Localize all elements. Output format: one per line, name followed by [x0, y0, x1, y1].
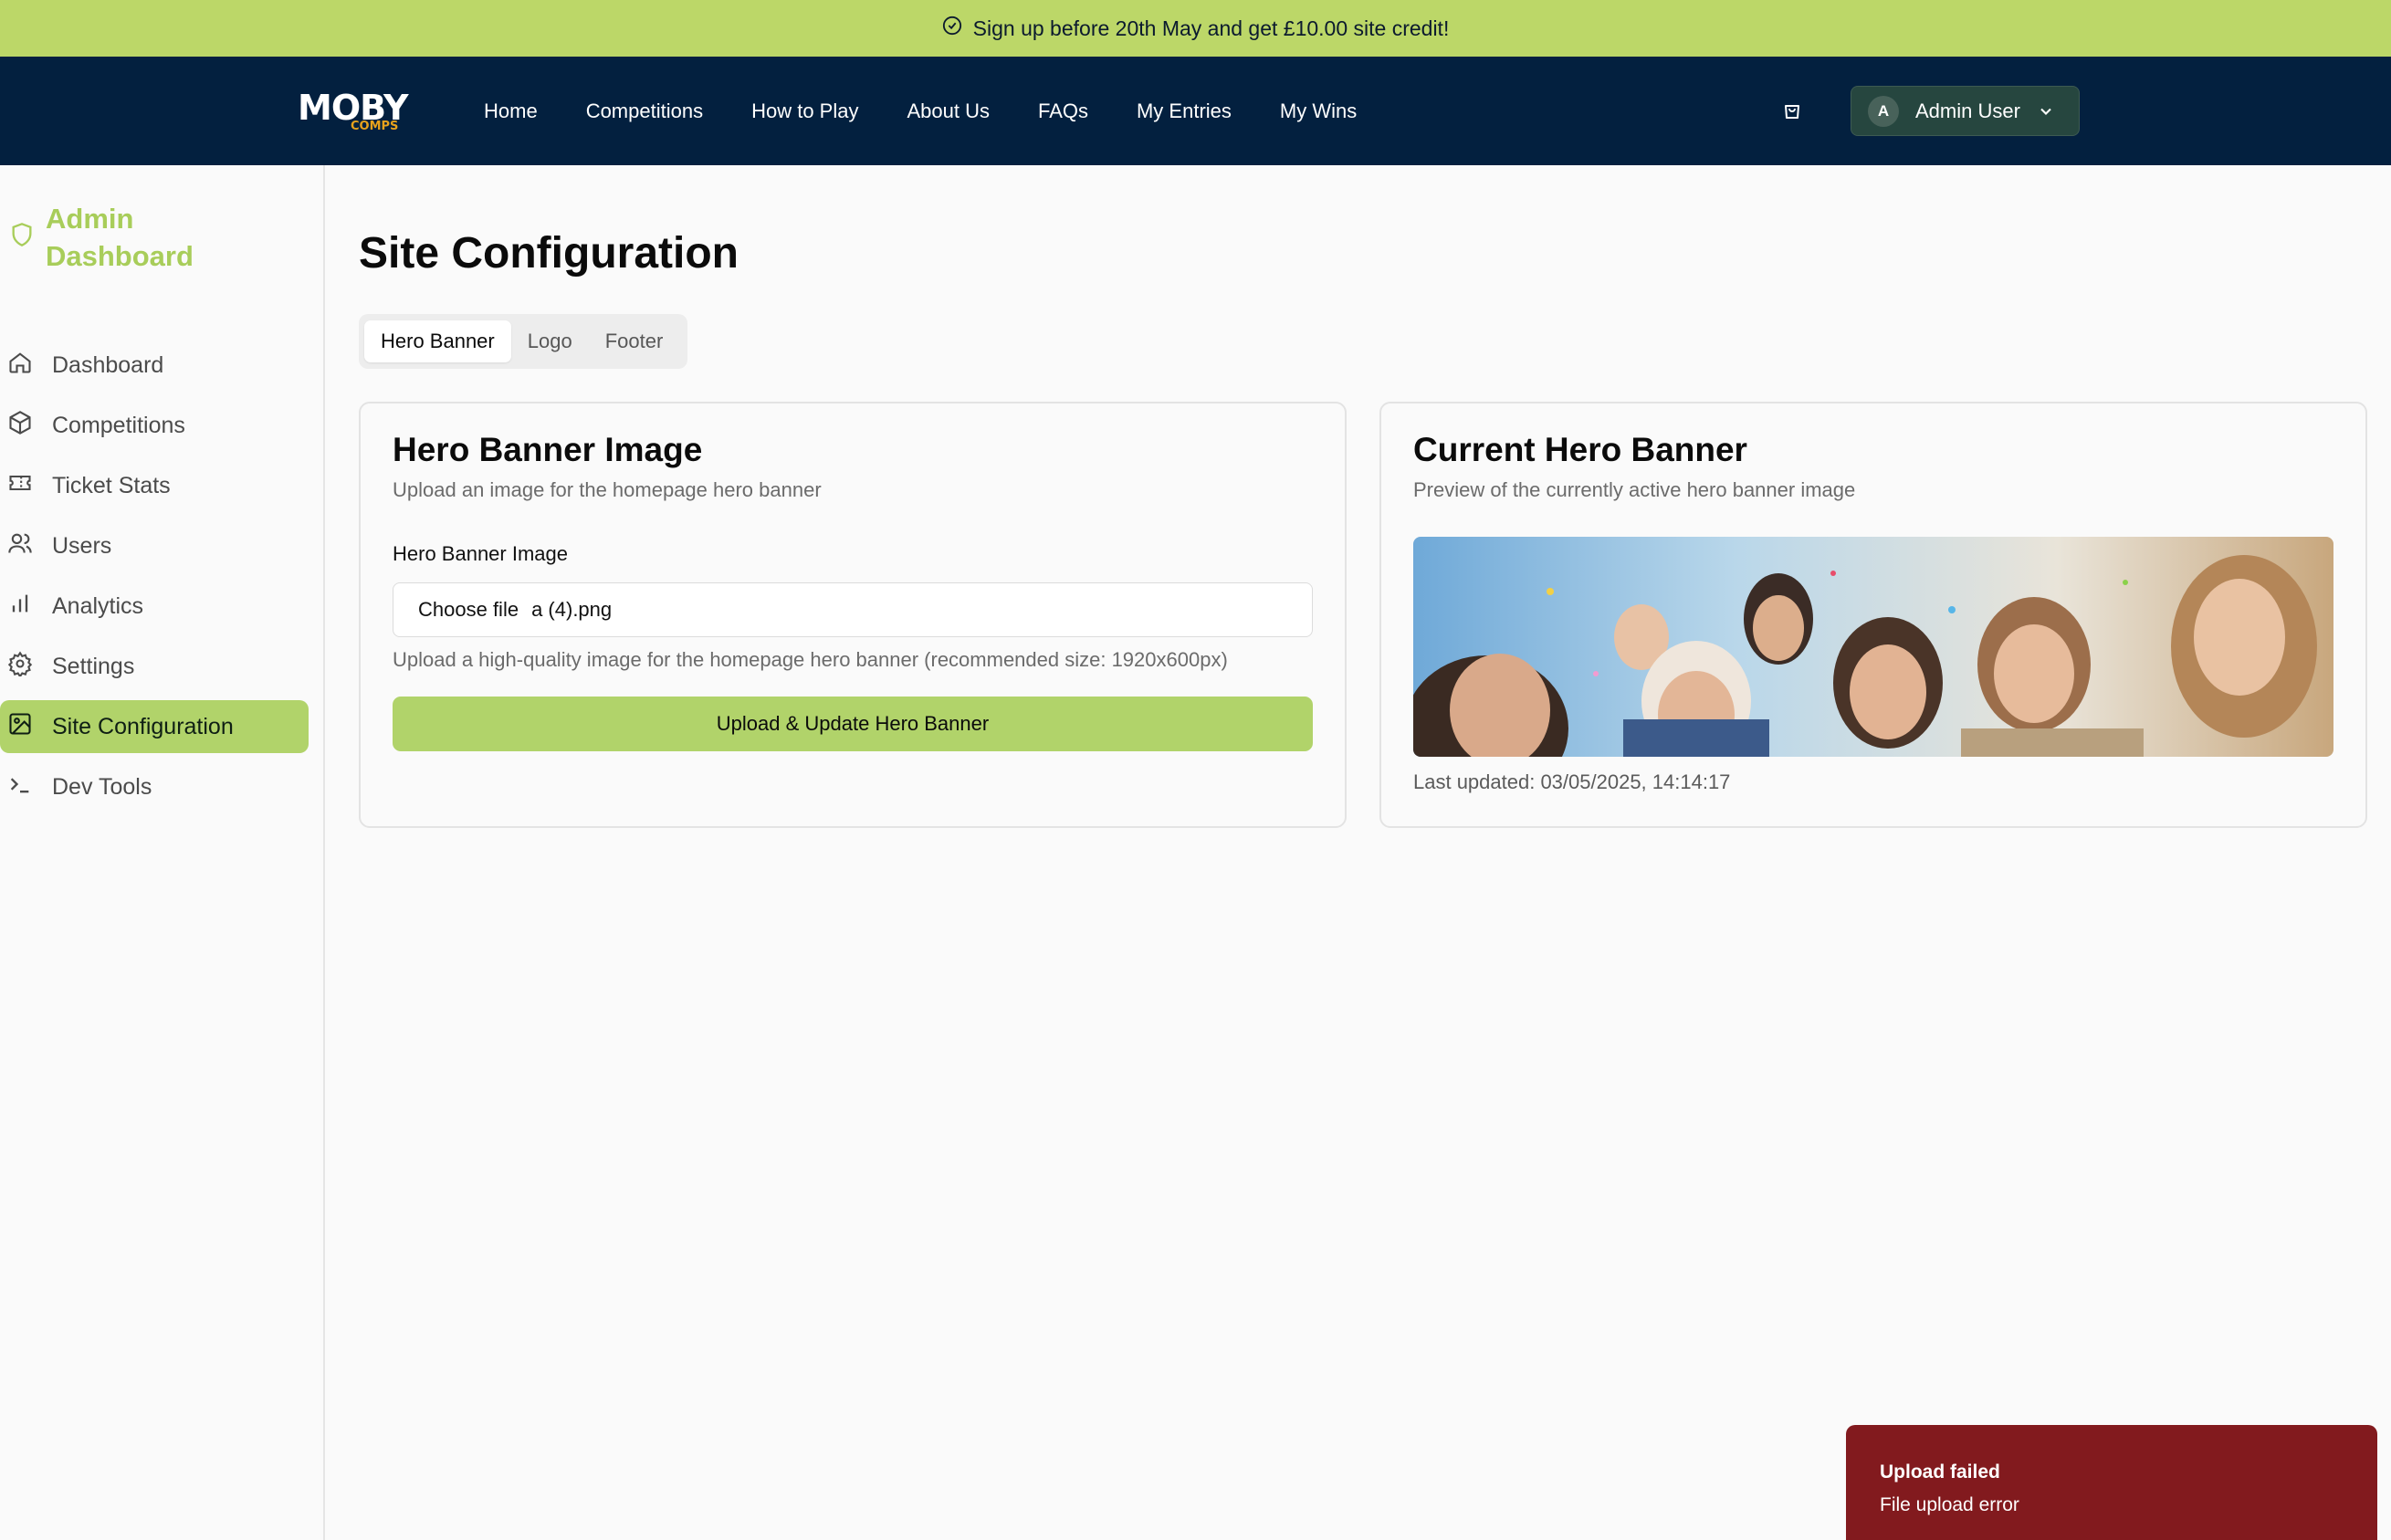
hero-banner-preview-image	[1413, 537, 2333, 757]
bar-chart-icon	[7, 591, 33, 623]
choose-file-button[interactable]: Choose file	[418, 598, 519, 622]
card-title: Current Hero Banner	[1413, 431, 1747, 468]
tab-footer[interactable]: Footer	[589, 320, 680, 362]
avatar: A	[1868, 95, 1899, 127]
sidebar-nav: Dashboard Competitions Ticket Stats User…	[0, 339, 325, 821]
sidebar-item-settings[interactable]: Settings	[0, 640, 309, 693]
promo-banner: Sign up before 20th May and get £10.00 s…	[0, 0, 2391, 57]
card-title: Hero Banner Image	[393, 431, 703, 468]
cart-icon[interactable]	[1778, 97, 1806, 124]
home-icon	[7, 350, 33, 382]
upload-hero-banner-button[interactable]: Upload & Update Hero Banner	[393, 697, 1313, 751]
nav-link-about-us[interactable]: About Us	[907, 100, 990, 123]
chevron-down-icon	[2037, 102, 2055, 120]
ticket-icon	[7, 470, 33, 502]
shield-icon	[9, 220, 35, 254]
sidebar-item-label: Analytics	[52, 592, 144, 619]
tab-hero-banner[interactable]: Hero Banner	[364, 320, 511, 362]
check-circle-icon	[942, 16, 962, 41]
nav-link-my-entries[interactable]: My Entries	[1137, 100, 1232, 123]
selected-file-name: a (4).png	[531, 598, 613, 621]
sidebar-item-dev-tools[interactable]: Dev Tools	[0, 760, 309, 813]
sidebar-item-label: Competitions	[52, 412, 185, 438]
upload-hint: Upload a high-quality image for the home…	[393, 648, 1228, 671]
user-name: Admin User	[1915, 99, 2020, 122]
error-toast[interactable]: Upload failed File upload error	[1846, 1425, 2377, 1540]
gear-icon	[7, 650, 33, 683]
sidebar-item-label: Site Configuration	[52, 713, 234, 739]
sidebar-item-label: Ticket Stats	[52, 472, 171, 498]
hero-preview-card: Current Hero Banner Preview of the curre…	[1379, 402, 2367, 828]
user-menu-button[interactable]: A Admin User	[1851, 86, 2080, 136]
nav-link-home[interactable]: Home	[484, 100, 538, 123]
logo-sub-text: COMPS	[351, 120, 399, 133]
nav-link-faqs[interactable]: FAQs	[1038, 100, 1088, 123]
users-icon	[7, 530, 33, 562]
image-icon	[7, 711, 33, 743]
terminal-icon	[7, 771, 33, 803]
tab-logo[interactable]: Logo	[511, 320, 589, 362]
card-subtitle: Preview of the currently active hero ban…	[1413, 478, 1856, 501]
site-logo[interactable]: MOBY COMPS	[298, 88, 409, 135]
card-subtitle: Upload an image for the homepage hero ba…	[393, 478, 822, 501]
nav-link-competitions[interactable]: Competitions	[586, 100, 703, 123]
hero-file-input[interactable]: Choose file a (4).png	[393, 582, 1313, 637]
sidebar-item-label: Dev Tools	[52, 773, 152, 800]
nav-link-my-wins[interactable]: My Wins	[1280, 100, 1357, 123]
page-title: Site Configuration	[359, 229, 739, 278]
sidebar-item-ticket-stats[interactable]: Ticket Stats	[0, 459, 309, 512]
field-label: Hero Banner Image	[393, 542, 568, 565]
hero-upload-card: Hero Banner Image Upload an image for th…	[359, 402, 1347, 828]
config-tabs: Hero Banner Logo Footer	[359, 314, 687, 369]
last-updated-text: Last updated: 03/05/2025, 14:14:17	[1413, 770, 1731, 793]
toast-message: File upload error	[1880, 1494, 2019, 1515]
sidebar-item-label: Settings	[52, 653, 135, 679]
box-icon	[7, 410, 33, 442]
sidebar-item-site-configuration[interactable]: Site Configuration	[0, 700, 309, 753]
toast-title: Upload failed	[1880, 1461, 2000, 1482]
admin-sidebar: Admin Dashboard Dashboard Competitions T…	[0, 165, 325, 1540]
sidebar-title: Admin Dashboard	[46, 203, 194, 272]
sidebar-item-competitions[interactable]: Competitions	[0, 399, 309, 452]
main-menu: Home Competitions How to Play About Us F…	[484, 57, 1405, 165]
top-navbar: MOBY COMPS Home Competitions How to Play…	[0, 57, 2391, 165]
nav-link-how-to-play[interactable]: How to Play	[751, 100, 858, 123]
sidebar-item-dashboard[interactable]: Dashboard	[0, 339, 309, 392]
sidebar-item-label: Users	[52, 532, 112, 559]
sidebar-item-users[interactable]: Users	[0, 519, 309, 572]
sidebar-item-label: Dashboard	[52, 351, 164, 378]
promo-text: Sign up before 20th May and get £10.00 s…	[972, 16, 1450, 40]
sidebar-item-analytics[interactable]: Analytics	[0, 580, 309, 633]
